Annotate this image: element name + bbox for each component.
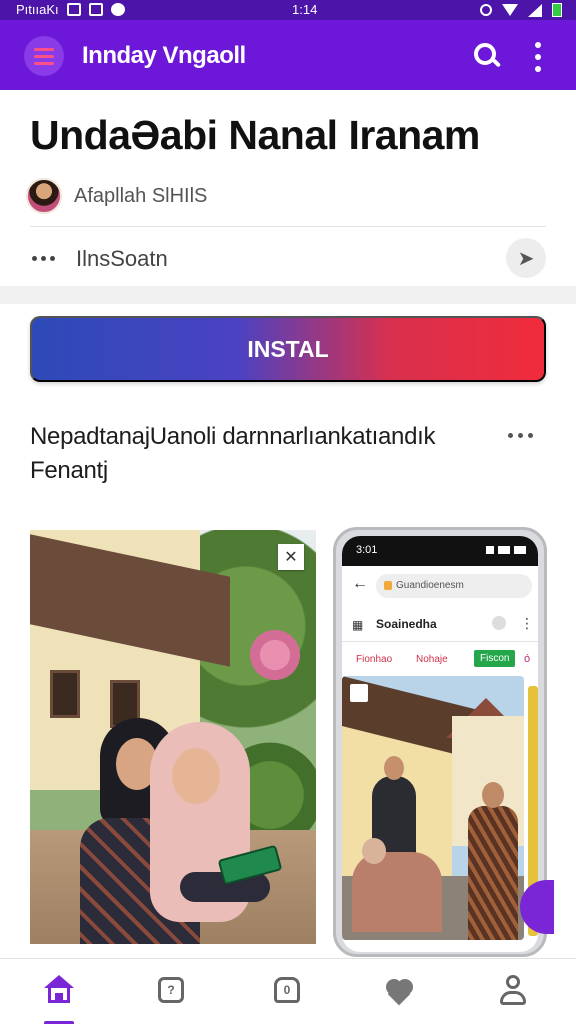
library-icon: 0: [274, 977, 300, 1003]
carrier-label: PıtııaKı: [16, 2, 59, 17]
back-arrow-icon: ←: [352, 575, 368, 592]
phone-tab: Nohaje: [416, 654, 448, 665]
nav-home[interactable]: [42, 973, 76, 1007]
section-separator: [0, 286, 576, 304]
app-title: Inndaу Vngaoll: [82, 42, 246, 69]
status-right: [480, 3, 562, 17]
phone-screen: 3:01 ← Guandioenesm ▦ Soainedha ⋮ Fionha…: [342, 536, 538, 952]
section-row: IlnsSoatn ➤: [30, 238, 546, 280]
bottom-nav: ? 0: [0, 958, 576, 1024]
alarm-icon: [480, 4, 492, 16]
phone-url-bar: ← Guandioenesm: [342, 570, 538, 600]
app-logo-icon[interactable]: [24, 36, 64, 76]
phone-toolbar-title: Soainedha: [376, 617, 437, 631]
more-horizontal-icon[interactable]: [508, 433, 533, 438]
wifi-icon: [502, 4, 518, 16]
phone-url-text: Guandioenesm: [396, 580, 464, 591]
author-row[interactable]: Afapllah SlHIlS: [26, 176, 207, 216]
signal-icon: [528, 3, 542, 17]
avatar[interactable]: [26, 178, 62, 214]
description-text: NepadtanajUanoli darnnarlıankatıandık Fe…: [30, 423, 436, 484]
nav-profile[interactable]: [496, 973, 530, 1007]
photo-image[interactable]: [30, 530, 316, 944]
notification-icon: [110, 3, 125, 16]
phone-tabs: Fionhao Nohaje Fiscon ó: [342, 648, 538, 674]
phone-tab: Fionhao: [356, 654, 393, 665]
more-vertical-icon[interactable]: [530, 42, 546, 72]
app-bar: Inndaу Vngaoll: [0, 20, 576, 90]
phone-signal-icon: [486, 546, 526, 554]
author-name[interactable]: Afapllah SlHIlS: [74, 185, 207, 208]
message-icon: ?: [158, 977, 184, 1003]
calendar-icon: [88, 3, 103, 16]
status-bar: PıtııaKı 1:14: [0, 0, 576, 20]
page-title: UndaƏabi Nanal Iranam: [30, 112, 480, 158]
phone-toolbar: ▦ Soainedha ⋮: [342, 606, 538, 642]
profile-icon: [492, 616, 506, 630]
more-vertical-icon: ⋮: [520, 615, 534, 631]
share-icon[interactable]: ➤: [506, 238, 546, 278]
phone-tab-active: Fiscon: [474, 650, 516, 667]
grid-icon: ▦: [352, 618, 364, 632]
more-horizontal-icon[interactable]: [32, 256, 55, 261]
install-button[interactable]: INSTAL: [30, 316, 546, 382]
lock-icon: [384, 581, 392, 590]
home-icon: [44, 975, 74, 1005]
status-left: PıtııaKı: [16, 2, 125, 17]
phone-status-bar: 3:01: [342, 536, 538, 566]
search-icon[interactable]: [472, 41, 502, 71]
phone-mockup[interactable]: 3:01 ← Guandioenesm ▦ Soainedha ⋮ Fionha…: [333, 527, 547, 957]
nav-messages[interactable]: ?: [154, 973, 188, 1007]
divider: [30, 226, 546, 227]
status-time: 1:14: [292, 2, 318, 17]
phone-time: 3:01: [356, 544, 378, 556]
nav-favorites[interactable]: [382, 973, 416, 1007]
battery-icon: [552, 3, 562, 17]
close-icon[interactable]: ✕: [278, 544, 304, 570]
phone-tab: ó: [524, 653, 531, 665]
phone-url-field: Guandioenesm: [376, 574, 532, 598]
section-label: IlnsSoatn: [76, 246, 168, 271]
phone-photo: [342, 676, 524, 940]
nav-library[interactable]: 0: [270, 973, 304, 1007]
mail-icon: [66, 3, 81, 16]
heart-icon: [386, 979, 414, 1006]
